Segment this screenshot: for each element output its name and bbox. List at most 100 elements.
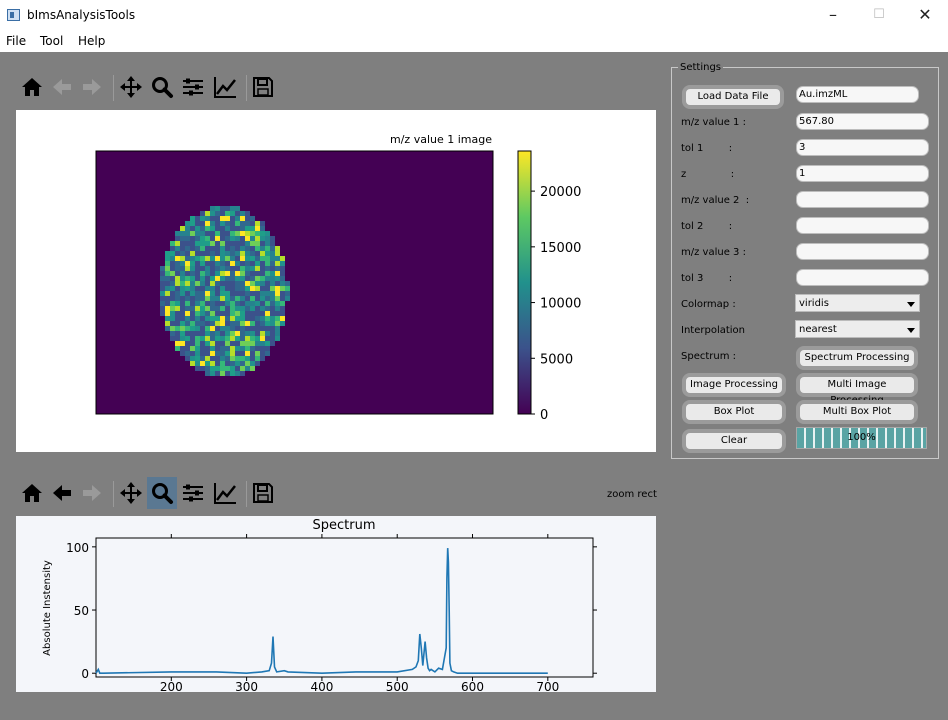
- menu-help[interactable]: Help: [78, 34, 105, 48]
- heatmap-cell: [195, 246, 200, 251]
- heatmap-cell: [285, 286, 290, 291]
- heatmap-cell: [275, 291, 280, 296]
- heatmap-cell: [200, 296, 205, 301]
- edit-curves-button[interactable]: [210, 477, 240, 509]
- heatmap-cell: [230, 236, 235, 241]
- pan-button[interactable]: [116, 71, 146, 103]
- heatmap-cell: [195, 266, 200, 271]
- heatmap-cell: [245, 336, 250, 341]
- heatmap-cell: [180, 326, 185, 331]
- heatmap-cell: [215, 296, 220, 301]
- maximize-button[interactable]: ☐: [856, 0, 902, 31]
- x-tick-label: 400: [310, 680, 333, 692]
- heatmap-cell: [240, 301, 245, 306]
- subplots-button[interactable]: [178, 477, 208, 509]
- heatmap-cell: [270, 271, 275, 276]
- heatmap-cell: [215, 236, 220, 241]
- heatmap-cell: [160, 266, 165, 271]
- heatmap-cell: [255, 276, 260, 281]
- heatmap-cell: [270, 281, 275, 286]
- heatmap-cell: [210, 306, 215, 311]
- colormap-select[interactable]: viridis: [795, 294, 920, 312]
- heatmap-cell: [165, 271, 170, 276]
- mz2-field[interactable]: [796, 191, 929, 208]
- zoom-button[interactable]: [147, 71, 177, 103]
- heatmap-cell: [245, 236, 250, 241]
- heatmap-cell: [225, 266, 230, 271]
- minimize-button[interactable]: –: [810, 0, 856, 31]
- heatmap-cell: [185, 306, 190, 311]
- heatmap-cell: [165, 296, 170, 301]
- menu-tool[interactable]: Tool: [40, 34, 63, 48]
- heatmap-cell: [215, 366, 220, 371]
- edit-curves-button[interactable]: [210, 71, 240, 103]
- heatmap-cell: [255, 261, 260, 266]
- mz1-field[interactable]: 567.80: [796, 113, 929, 130]
- forward-button[interactable]: [77, 71, 107, 103]
- interpolation-select[interactable]: nearest: [795, 320, 920, 338]
- multi-image-processing-button[interactable]: Multi Image Processing: [796, 373, 918, 406]
- heatmap-cell: [200, 261, 205, 266]
- heatmap-cell: [220, 356, 225, 361]
- save-icon: [253, 483, 273, 503]
- heatmap-cell: [195, 366, 200, 371]
- plot-frame: [95, 537, 594, 678]
- z-field[interactable]: 1: [796, 165, 929, 182]
- heatmap-cell: [235, 306, 240, 311]
- heatmap-cell: [180, 301, 185, 306]
- heatmap-cell: [170, 321, 175, 326]
- heatmap-cell: [215, 321, 220, 326]
- heatmap-cell: [175, 286, 180, 291]
- mz3-field[interactable]: [796, 243, 929, 260]
- spectrum-processing-button[interactable]: Spectrum Processing: [796, 346, 918, 370]
- box-plot-button[interactable]: Box Plot: [682, 400, 786, 424]
- pan-button[interactable]: [116, 477, 146, 509]
- heatmap-cell: [265, 246, 270, 251]
- chevron-down-icon: [907, 328, 915, 333]
- home-button[interactable]: [17, 71, 47, 103]
- tol1-field[interactable]: 3: [796, 139, 929, 156]
- heatmap-cell: [185, 221, 190, 226]
- back-button[interactable]: [47, 71, 77, 103]
- heatmap-cell: [175, 281, 180, 286]
- heatmap-cell: [235, 296, 240, 301]
- heatmap-cell: [200, 311, 205, 316]
- file-name-field[interactable]: Au.imzML: [796, 86, 919, 103]
- heatmap-cell: [275, 246, 280, 251]
- save-button[interactable]: [248, 71, 278, 103]
- home-button[interactable]: [17, 477, 47, 509]
- tol3-label: tol 3 :: [681, 273, 733, 284]
- tol3-field[interactable]: [796, 269, 929, 286]
- menu-file[interactable]: File: [6, 34, 26, 48]
- heatmap-cell: [225, 296, 230, 301]
- back-button[interactable]: [47, 477, 77, 509]
- heatmap-cell: [260, 336, 265, 341]
- clear-button[interactable]: Clear: [682, 429, 786, 453]
- image-processing-button[interactable]: Image Processing: [682, 373, 786, 397]
- save-button[interactable]: [248, 477, 278, 509]
- heatmap-cell: [200, 336, 205, 341]
- multi-box-plot-button[interactable]: Multi Box Plot: [796, 400, 918, 424]
- spectrum-canvas[interactable]: Spectrum Absolute Instensity 200 300 400 50…: [16, 516, 656, 694]
- heatmap-cell: [220, 366, 225, 371]
- zoom-button[interactable]: [147, 477, 177, 509]
- heatmap-cell: [170, 306, 175, 311]
- image-plot-canvas[interactable]: m/z value 1 image 0 5000 10000 15000 20000: [16, 110, 656, 452]
- forward-button[interactable]: [77, 477, 107, 509]
- tol2-field[interactable]: [796, 217, 929, 234]
- heatmap-cell: [275, 316, 280, 321]
- heatmap-cell: [235, 291, 240, 296]
- close-button[interactable]: ✕: [902, 0, 948, 31]
- heatmap-cell: [235, 256, 240, 261]
- heatmap-cell: [230, 346, 235, 351]
- load-data-file-button[interactable]: Load Data File: [682, 85, 784, 109]
- heatmap-cell: [235, 281, 240, 286]
- subplots-button[interactable]: [178, 71, 208, 103]
- heatmap-cell: [245, 351, 250, 356]
- heatmap-cell: [225, 231, 230, 236]
- heatmap-cell: [200, 246, 205, 251]
- heatmap-cell: [225, 251, 230, 256]
- heatmap-cell: [195, 336, 200, 341]
- heatmap-cell: [225, 336, 230, 341]
- heatmap-cell: [235, 241, 240, 246]
